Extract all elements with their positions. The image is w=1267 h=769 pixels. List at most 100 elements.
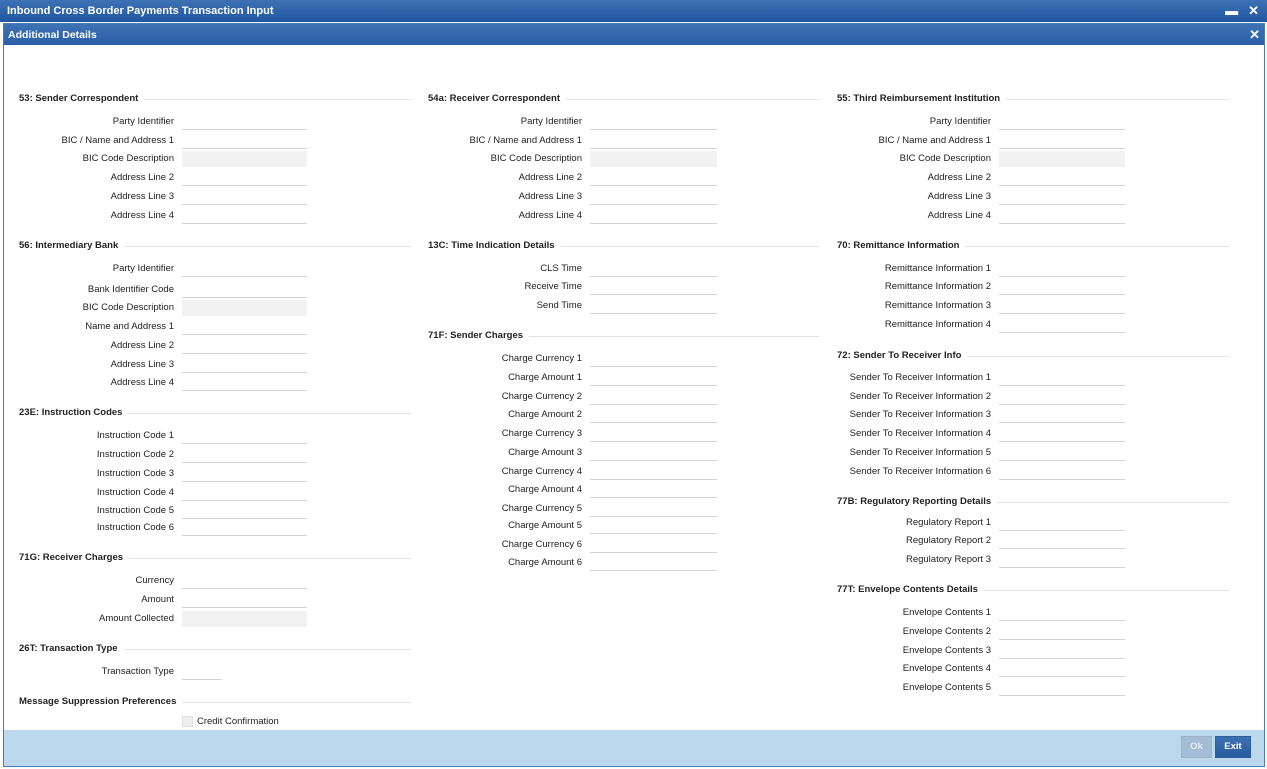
- envelope-contents-5-s77t-input[interactable]: [999, 680, 1125, 696]
- form-row: Address Line 4: [428, 207, 582, 225]
- send-time-s13c-input[interactable]: [590, 298, 717, 314]
- amount-collected-s71g-input: [182, 611, 307, 627]
- party-identifier-s53-input[interactable]: [182, 114, 307, 130]
- form-row: Charge Currency 4: [428, 463, 582, 481]
- transaction-type-s26t-input[interactable]: [182, 664, 222, 680]
- instruction-code-6-s23e-input[interactable]: [182, 520, 307, 536]
- bank-identifier-code-s56-input[interactable]: [182, 282, 307, 298]
- bic-name-and-address-1-s54a-input[interactable]: [590, 133, 717, 149]
- form-row: Charge Amount 5: [428, 517, 582, 535]
- section-title-s77b: 77B: Regulatory Reporting Details: [837, 496, 998, 507]
- dialog-close-icon[interactable]: ✕: [1249, 27, 1260, 42]
- address-line-4-s55-input[interactable]: [999, 208, 1125, 224]
- remittance-information-3-s70-input[interactable]: [999, 298, 1125, 314]
- address-line-2-s54a-input[interactable]: [590, 170, 717, 186]
- form-row: Remittance Information 3: [837, 297, 991, 315]
- address-line-4-s53-input[interactable]: [182, 208, 307, 224]
- form-row: Send Time: [428, 297, 582, 315]
- sender-to-receiver-information-6-s72-input[interactable]: [999, 464, 1125, 480]
- remittance-information-1-s70-input[interactable]: [999, 261, 1125, 277]
- bic-name-and-address-1-s55-input[interactable]: [999, 133, 1125, 149]
- address-line-2-s53-input[interactable]: [182, 170, 307, 186]
- bic-name-and-address-1-s53-input[interactable]: [182, 133, 307, 149]
- form-row: Amount Collected: [19, 610, 174, 628]
- form-row: Instruction Code 2: [19, 446, 174, 464]
- field-label-instruction-code-5: Instruction Code 5: [96, 505, 174, 516]
- party-identifier-s55-input[interactable]: [999, 114, 1125, 130]
- bic-code-description-s54a-input: [590, 151, 717, 167]
- envelope-contents-4-s77t-input[interactable]: [999, 661, 1125, 677]
- regulatory-report-2-s77b-input[interactable]: [999, 533, 1125, 549]
- name-and-address-1-s56-input[interactable]: [182, 319, 307, 335]
- currency-s71g-input[interactable]: [182, 573, 307, 589]
- envelope-contents-1-s77t-input[interactable]: [999, 605, 1125, 621]
- charge-currency-2-s71f-input[interactable]: [590, 389, 717, 405]
- form-row: Address Line 4: [19, 374, 174, 392]
- instruction-code-5-s23e-input[interactable]: [182, 503, 307, 519]
- dialog-titlebar: Additional Details ✕: [4, 24, 1264, 45]
- charge-amount-1-s71f-input[interactable]: [590, 370, 717, 386]
- sender-to-receiver-information-4-s72-input[interactable]: [999, 426, 1125, 442]
- instruction-code-2-s23e-input[interactable]: [182, 447, 307, 463]
- field-label-bic-code-description: BIC Code Description: [82, 302, 174, 313]
- cls-time-s13c-input[interactable]: [590, 261, 717, 277]
- address-line-3-s56-input[interactable]: [182, 357, 307, 373]
- address-line-4-s56-input[interactable]: [182, 375, 307, 391]
- sender-to-receiver-information-3-s72-input[interactable]: [999, 407, 1125, 423]
- charge-amount-5-s71f-input[interactable]: [590, 518, 717, 534]
- instruction-code-1-s23e-input[interactable]: [182, 428, 307, 444]
- remittance-information-4-s70-input[interactable]: [999, 317, 1125, 333]
- field-label-address-line-3: Address Line 3: [110, 191, 174, 202]
- sender-to-receiver-information-2-s72-input[interactable]: [999, 389, 1125, 405]
- address-line-2-s55-input[interactable]: [999, 170, 1125, 186]
- field-label-sender-to-receiver-information-2: Sender To Receiver Information 2: [849, 391, 991, 402]
- form-row: Sender To Receiver Information 6: [837, 463, 991, 481]
- charge-currency-1-s71f-input[interactable]: [590, 351, 717, 367]
- party-identifier-s54a-input[interactable]: [590, 114, 717, 130]
- ok-button[interactable]: Ok: [1181, 736, 1212, 758]
- field-label-regulatory-report-2: Regulatory Report 2: [905, 535, 991, 546]
- envelope-contents-2-s77t-input[interactable]: [999, 624, 1125, 640]
- form-row: Amount: [19, 591, 174, 609]
- envelope-contents-3-s77t-input[interactable]: [999, 643, 1125, 659]
- minimize-icon[interactable]: ▬: [1225, 3, 1238, 19]
- address-line-2-s56-input[interactable]: [182, 338, 307, 354]
- address-line-3-s54a-input[interactable]: [590, 189, 717, 205]
- charge-currency-5-s71f-input[interactable]: [590, 501, 717, 517]
- instruction-code-3-s23e-input[interactable]: [182, 466, 307, 482]
- form-row: BIC / Name and Address 1: [837, 132, 991, 150]
- bic-code-description-s56-input: [182, 300, 307, 316]
- charge-amount-2-s71f-input[interactable]: [590, 407, 717, 423]
- receive-time-s13c-input[interactable]: [590, 279, 717, 295]
- instruction-code-4-s23e-input[interactable]: [182, 485, 307, 501]
- field-label-amount: Amount: [141, 594, 174, 605]
- charge-amount-4-s71f-input[interactable]: [590, 482, 717, 498]
- exit-button[interactable]: Exit: [1215, 736, 1251, 758]
- regulatory-report-1-s77b-input[interactable]: [999, 515, 1125, 531]
- field-label-address-line-2: Address Line 2: [110, 340, 174, 351]
- charge-currency-3-s71f-input[interactable]: [590, 426, 717, 442]
- credit-confirmation-checkbox[interactable]: [182, 716, 193, 727]
- field-label-address-line-4: Address Line 4: [110, 377, 174, 388]
- field-label-instruction-code-4: Instruction Code 4: [96, 487, 174, 498]
- address-line-3-s55-input[interactable]: [999, 189, 1125, 205]
- charge-currency-6-s71f-input[interactable]: [590, 537, 717, 553]
- form-row: Instruction Code 3: [19, 465, 174, 483]
- address-line-3-s53-input[interactable]: [182, 189, 307, 205]
- sender-to-receiver-information-5-s72-input[interactable]: [999, 445, 1125, 461]
- form-row: Remittance Information 4: [837, 316, 991, 334]
- field-label-amount-collected: Amount Collected: [99, 613, 174, 624]
- close-icon[interactable]: ✕: [1248, 3, 1259, 19]
- party-identifier-s56-input[interactable]: [182, 261, 307, 277]
- field-label-remittance-information-4: Remittance Information 4: [884, 319, 991, 330]
- remittance-information-2-s70-input[interactable]: [999, 279, 1125, 295]
- form-row: Bank Identifier Code: [19, 281, 174, 299]
- charge-amount-6-s71f-input[interactable]: [590, 555, 717, 571]
- charge-amount-3-s71f-input[interactable]: [590, 445, 717, 461]
- amount-s71g-input[interactable]: [182, 592, 307, 608]
- address-line-4-s54a-input[interactable]: [590, 208, 717, 224]
- form-row: Name and Address 1: [19, 318, 174, 336]
- regulatory-report-3-s77b-input[interactable]: [999, 552, 1125, 568]
- charge-currency-4-s71f-input[interactable]: [590, 464, 717, 480]
- sender-to-receiver-information-1-s72-input[interactable]: [999, 370, 1125, 386]
